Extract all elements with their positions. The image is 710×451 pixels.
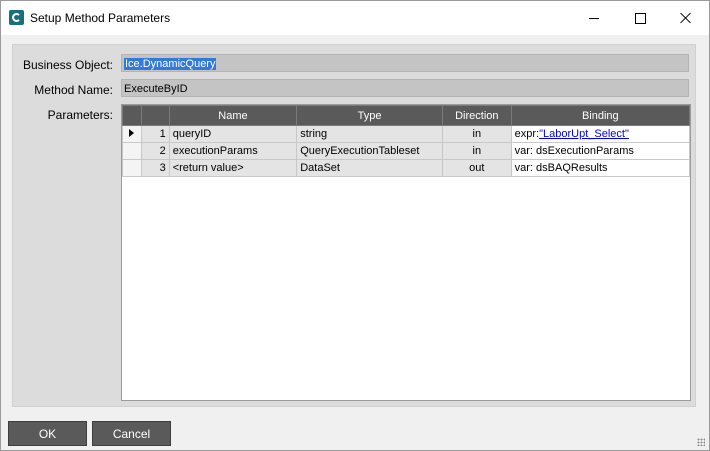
maximize-icon bbox=[634, 12, 646, 24]
ok-button[interactable]: OK bbox=[8, 421, 87, 446]
minimize-icon bbox=[589, 17, 599, 19]
table-row[interactable]: 2 executionParams QueryExecutionTableset… bbox=[122, 142, 691, 160]
column-header-name[interactable]: Name bbox=[168, 105, 298, 126]
business-object-field[interactable]: Ice.DynamicQuery bbox=[121, 54, 689, 72]
param-name: executionParams bbox=[168, 142, 298, 160]
grid-header-row: Name Type Direction Binding bbox=[122, 105, 691, 126]
title-bar[interactable]: Setup Method Parameters bbox=[1, 1, 709, 35]
dialog-window: Setup Method Parameters Business Object:… bbox=[0, 0, 710, 451]
row-number: 1 bbox=[140, 125, 170, 143]
method-name-value: ExecuteByID bbox=[124, 83, 188, 95]
param-binding[interactable]: var: dsExecutionParams bbox=[510, 142, 691, 160]
param-direction: in bbox=[441, 125, 512, 143]
row-indicator-header bbox=[122, 105, 142, 126]
parameters-label: Parameters: bbox=[47, 108, 113, 122]
param-type: QueryExecutionTableset bbox=[296, 142, 443, 160]
table-row[interactable]: 1 queryID string in expr:"LaborUpt_Selec… bbox=[122, 125, 691, 143]
param-binding[interactable]: expr:"LaborUpt_Select" bbox=[510, 125, 691, 143]
table-row[interactable]: 3 <return value> DataSet out var: dsBAQR… bbox=[122, 159, 691, 177]
window-title: Setup Method Parameters bbox=[30, 11, 171, 25]
method-name-field[interactable]: ExecuteByID bbox=[121, 79, 689, 97]
cancel-button[interactable]: Cancel bbox=[92, 421, 171, 446]
binding-expression-link[interactable]: "LaborUpt_Select" bbox=[539, 128, 629, 140]
param-binding[interactable]: var: dsBAQResults bbox=[510, 159, 691, 177]
close-icon bbox=[680, 12, 692, 24]
resize-grip-icon[interactable] bbox=[697, 438, 705, 446]
row-number: 2 bbox=[140, 142, 170, 160]
column-header-direction[interactable]: Direction bbox=[441, 105, 512, 126]
row-selector[interactable] bbox=[122, 142, 142, 160]
row-number: 3 bbox=[140, 159, 170, 177]
row-selector[interactable] bbox=[122, 125, 142, 143]
business-object-value: Ice.DynamicQuery bbox=[124, 58, 217, 70]
row-selector[interactable] bbox=[122, 159, 142, 177]
param-type: DataSet bbox=[296, 159, 443, 177]
business-object-label: Business Object: bbox=[22, 58, 113, 72]
maximize-button[interactable] bbox=[617, 1, 663, 35]
param-direction: in bbox=[441, 142, 512, 160]
parameters-grid[interactable]: Name Type Direction Binding 1 queryID st… bbox=[121, 104, 691, 401]
binding-prefix: expr: bbox=[514, 128, 540, 140]
row-number-header bbox=[140, 105, 170, 126]
param-direction: out bbox=[441, 159, 512, 177]
param-name: <return value> bbox=[168, 159, 298, 177]
parameters-panel: Business Object: Ice.DynamicQuery Method… bbox=[12, 44, 696, 407]
param-name: queryID bbox=[168, 125, 298, 143]
column-header-type[interactable]: Type bbox=[296, 105, 443, 126]
close-button[interactable] bbox=[663, 1, 709, 35]
minimize-button[interactable] bbox=[571, 1, 617, 35]
column-header-binding[interactable]: Binding bbox=[510, 105, 691, 126]
app-logo-icon bbox=[9, 10, 24, 25]
param-type: string bbox=[296, 125, 443, 143]
current-row-arrow-icon bbox=[129, 129, 135, 137]
method-name-label: Method Name: bbox=[34, 83, 113, 97]
